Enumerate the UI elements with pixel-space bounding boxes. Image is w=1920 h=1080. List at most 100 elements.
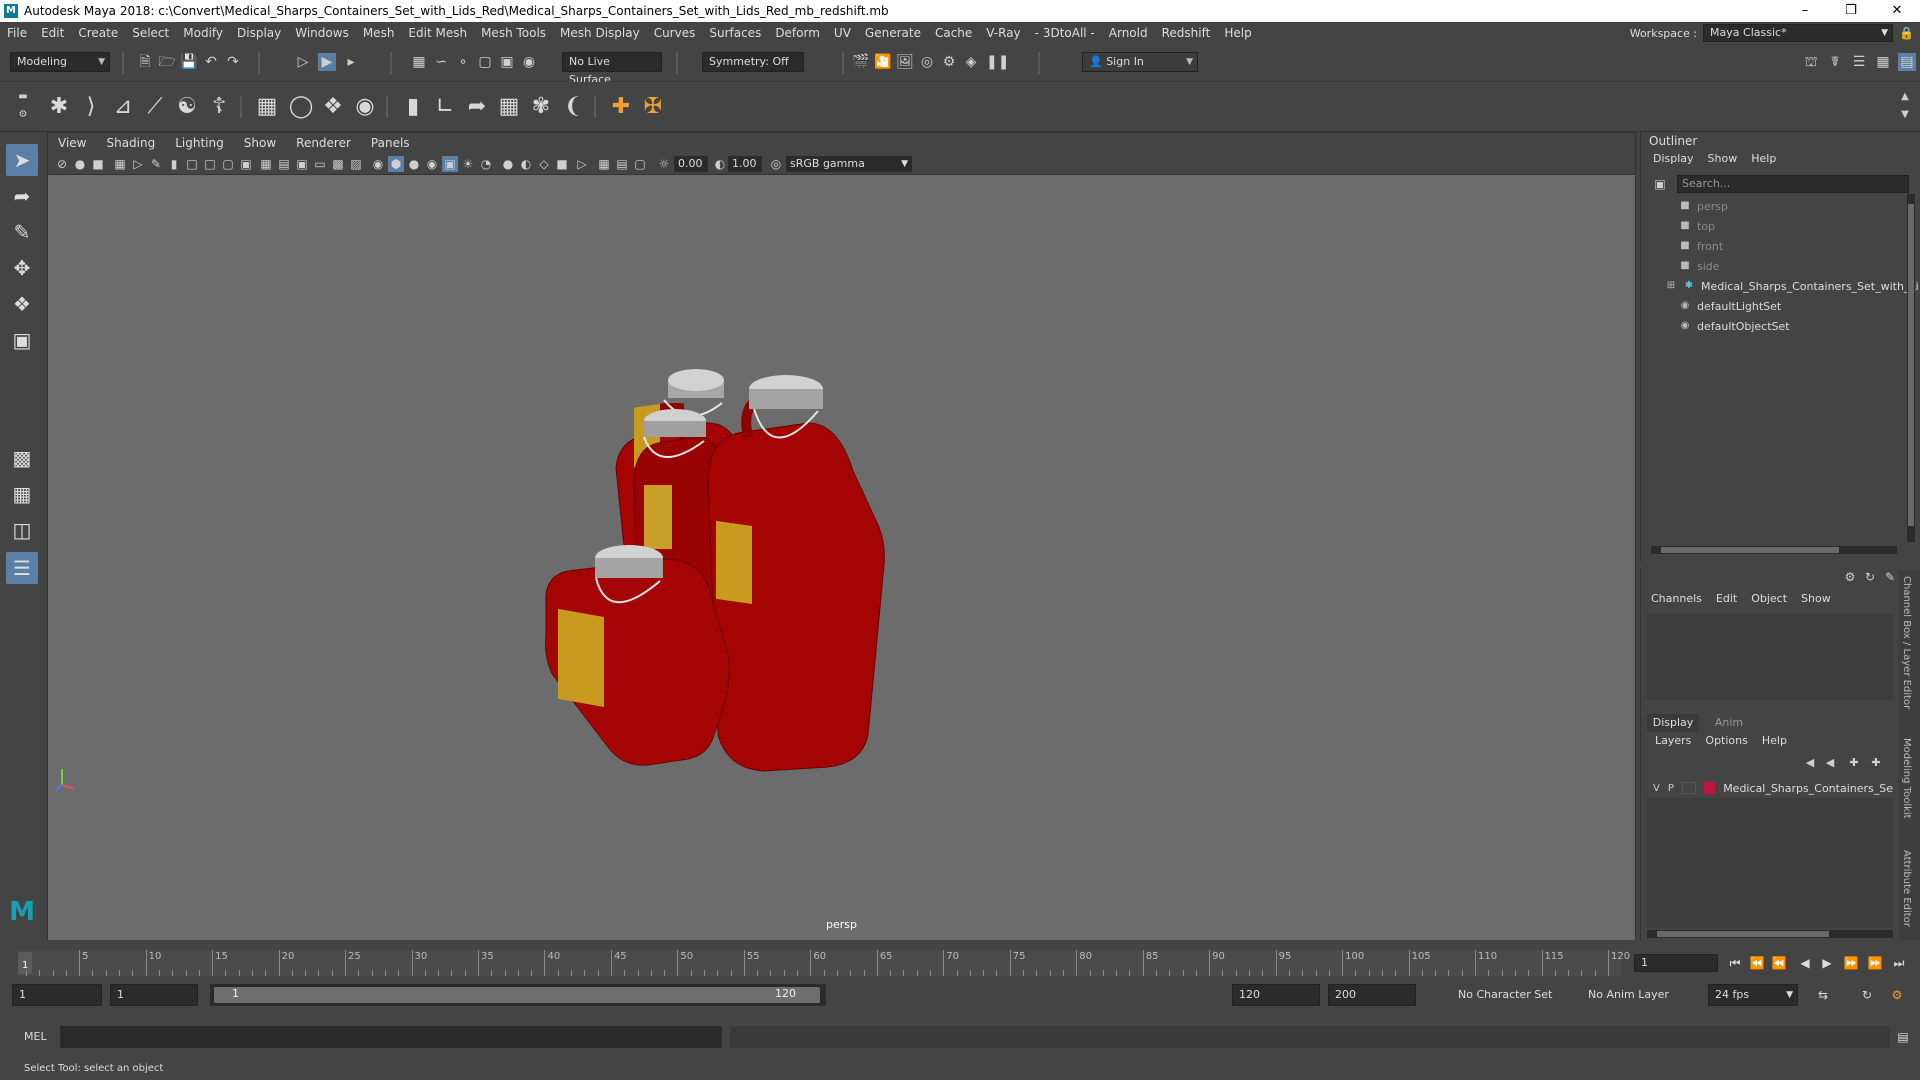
menu-mesh-tools[interactable]: Mesh Tools: [474, 26, 553, 40]
quad-draw-icon[interactable]: ☯: [172, 92, 202, 122]
layer-tab-display[interactable]: Display: [1647, 714, 1699, 732]
step-forward-frame-icon[interactable]: ⏩: [1842, 954, 1860, 972]
select-hierarchy-icon[interactable]: ▷: [294, 53, 312, 71]
outliner-menu-display[interactable]: Display: [1653, 152, 1694, 165]
anim-layer-dropdown[interactable]: No Anim Layer: [1584, 984, 1684, 1006]
minimize-icon[interactable]: –: [1782, 0, 1828, 22]
move-layer-up-icon[interactable]: ◀: [1801, 754, 1819, 772]
bookmark-camera-icon[interactable]: ▮: [166, 156, 182, 172]
step-forward-key-icon[interactable]: ⏩: [1866, 954, 1884, 972]
scrollbar-thumb[interactable]: [1908, 204, 1914, 526]
new-layer-icon[interactable]: ✚: [1845, 754, 1863, 772]
range-slider-track[interactable]: 1 120: [210, 984, 826, 1006]
menu-arnold[interactable]: Arnold: [1102, 26, 1155, 40]
move-layer-down-icon[interactable]: ◀: [1821, 754, 1839, 772]
reduce-icon[interactable]: ✾: [526, 92, 556, 122]
filter-icon[interactable]: ▣: [1651, 175, 1669, 193]
image-plane-icon[interactable]: ▦: [112, 156, 128, 172]
range-slider-bar[interactable]: 1 120: [214, 987, 820, 1003]
snap-surface-icon[interactable]: ▣: [498, 53, 516, 71]
scrollbar-thumb[interactable]: [1657, 931, 1829, 937]
loop-icon[interactable]: ⇆: [1814, 986, 1832, 1004]
outliner-vertical-scrollbar[interactable]: [1907, 194, 1915, 542]
xray-joints-icon[interactable]: ▷: [574, 156, 590, 172]
wireframe-icon[interactable]: ▭: [312, 156, 328, 172]
outliner-horizontal-scrollbar[interactable]: [1651, 546, 1897, 554]
shelf-settings-icon[interactable]: ⚙: [14, 106, 32, 124]
mirror-icon[interactable]: ▮: [398, 92, 428, 122]
two-d-pan-icon[interactable]: ▷: [130, 156, 146, 172]
bookmark-icon[interactable]: ■: [90, 156, 106, 172]
isolate-select-icon[interactable]: ◉: [370, 156, 386, 172]
separate-icon[interactable]: ◉: [350, 92, 380, 122]
menu-help[interactable]: Help: [1217, 26, 1258, 40]
isolate-icon[interactable]: ◇: [536, 156, 552, 172]
motion-blur-icon[interactable]: ◔: [478, 156, 494, 172]
expand-icon[interactable]: ⊞: [1665, 280, 1677, 292]
pause-icon[interactable]: ❚❚: [986, 53, 1009, 71]
lock-icon[interactable]: 🔒: [1899, 26, 1914, 40]
menu-edit[interactable]: Edit: [34, 26, 71, 40]
single-perspective-layout-icon[interactable]: ▩: [6, 442, 38, 474]
outliner-item-top[interactable]: ■ top: [1679, 217, 1715, 235]
channel-box-key-icon[interactable]: ✎: [1881, 568, 1899, 586]
menu-create[interactable]: Create: [71, 26, 125, 40]
outliner-layout-icon[interactable]: ☰: [6, 552, 38, 584]
layer-type-toggle[interactable]: [1681, 782, 1696, 794]
insert-edge-loop-icon[interactable]: ⟋: [140, 92, 170, 122]
two-view-layout-icon[interactable]: ◫: [6, 514, 38, 546]
viewport-scene[interactable]: persp: [48, 175, 1635, 941]
connect-icon[interactable]: ⊿: [108, 92, 138, 122]
menu-vray[interactable]: V-Ray: [979, 26, 1027, 40]
play-forward-icon[interactable]: ▶: [1818, 954, 1836, 972]
workspace-dropdown[interactable]: Maya Classic* ▼: [1703, 24, 1894, 42]
menu-curves[interactable]: Curves: [647, 26, 703, 40]
go-to-end-icon[interactable]: ⏭: [1890, 954, 1908, 972]
center-pivot-icon[interactable]: ✚: [606, 92, 636, 122]
time-slider-track[interactable]: 1 5 10 15 20 25 30 35 40 45 50 55 60 65 70 75 80 85 90 95 1…: [18, 950, 1630, 976]
grease-pencil-icon[interactable]: ✎: [148, 156, 164, 172]
outliner-menu-show[interactable]: Show: [1708, 152, 1738, 165]
channel-box-icon[interactable]: ▤: [1898, 53, 1916, 71]
select-object-icon[interactable]: ▶: [318, 53, 336, 71]
menu-display[interactable]: Display: [230, 26, 288, 40]
menu-select[interactable]: Select: [125, 26, 176, 40]
render-frame-icon[interactable]: 🎬: [852, 53, 870, 71]
smooth-shade-icon[interactable]: ▩: [330, 156, 346, 172]
modeling-toolkit-icon[interactable]: ⛫: [1802, 53, 1820, 71]
smooth-icon[interactable]: ▦: [494, 92, 524, 122]
viewport-menu-shading[interactable]: Shading: [96, 136, 165, 150]
play-backward-icon[interactable]: ◀: [1796, 954, 1814, 972]
outliner-item-front[interactable]: ■ front: [1679, 237, 1723, 255]
textured-icon[interactable]: ●: [406, 156, 422, 172]
undo-icon[interactable]: ↶: [202, 53, 220, 71]
xray-active-icon[interactable]: ▦: [596, 156, 612, 172]
scale-tool-icon[interactable]: ▣: [6, 324, 38, 356]
outliner-item-default-light-set[interactable]: ◉ defaultLightSet: [1679, 297, 1782, 315]
menu-deform[interactable]: Deform: [768, 26, 827, 40]
menu-redshift[interactable]: Redshift: [1155, 26, 1218, 40]
layer-visibility-toggle[interactable]: V: [1653, 783, 1660, 794]
tool-settings-icon[interactable]: ▦: [1874, 53, 1892, 71]
shelf-menu-icon[interactable]: ▬: [14, 88, 32, 106]
camera-attributes-icon[interactable]: ●: [72, 156, 88, 172]
layer-menu-options[interactable]: Options: [1705, 734, 1747, 747]
exposure-icon[interactable]: ▢: [632, 156, 648, 172]
close-icon[interactable]: ✕: [1874, 0, 1920, 22]
sharps-containers-model[interactable]: [48, 175, 1637, 941]
restore-icon[interactable]: ❐: [1828, 0, 1874, 22]
channel-box-sync-icon[interactable]: ↻: [1861, 568, 1879, 586]
hypershade-icon[interactable]: ◈: [962, 53, 980, 71]
safe-title-icon[interactable]: ▣: [294, 156, 310, 172]
snap-point-icon[interactable]: ∘: [454, 53, 472, 71]
grid-icon[interactable]: ▦: [258, 156, 274, 172]
cleanup-icon[interactable]: ❨: [558, 92, 588, 122]
viewport-menu-view[interactable]: View: [48, 136, 96, 150]
menu-uv[interactable]: UV: [827, 26, 858, 40]
extrude-icon[interactable]: ▦: [252, 92, 282, 122]
menu-windows[interactable]: Windows: [288, 26, 356, 40]
layer-tab-anim[interactable]: Anim: [1703, 714, 1755, 732]
step-back-frame-icon[interactable]: ⏪: [1770, 954, 1788, 972]
select-component-icon[interactable]: ▸: [342, 53, 360, 71]
select-tool-icon[interactable]: ➤: [6, 144, 38, 176]
